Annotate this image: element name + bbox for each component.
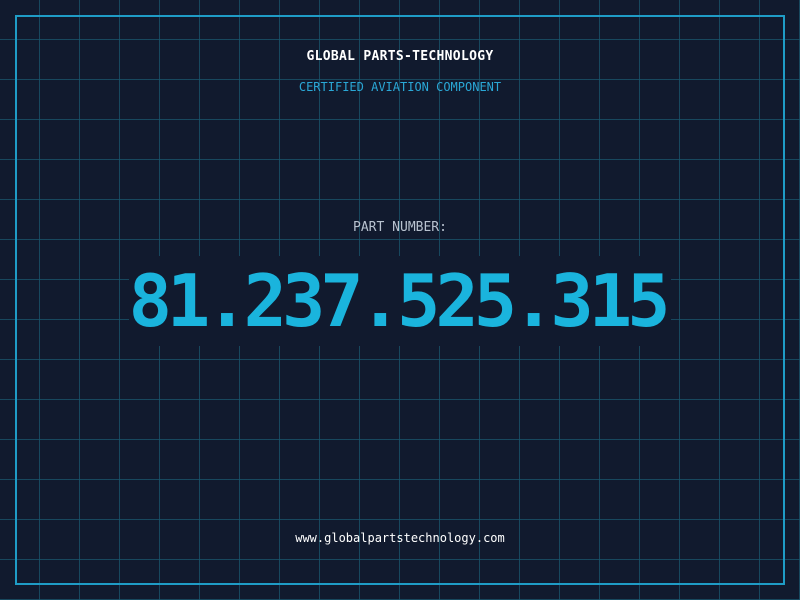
company-title: GLOBAL PARTS-TECHNOLOGY [306,49,494,64]
part-label-card: GLOBAL PARTS-TECHNOLOGY CERTIFIED AVIATI… [0,0,800,600]
part-number-value: 81.237.525.315 [128,256,672,346]
certification-subtitle: CERTIFIED AVIATION COMPONENT [298,80,502,94]
website-url[interactable]: www.globalpartstechnology.com [0,531,800,545]
part-number-value-row: 81.237.525.315 [0,256,800,346]
part-number-label: PART NUMBER: [353,220,447,235]
